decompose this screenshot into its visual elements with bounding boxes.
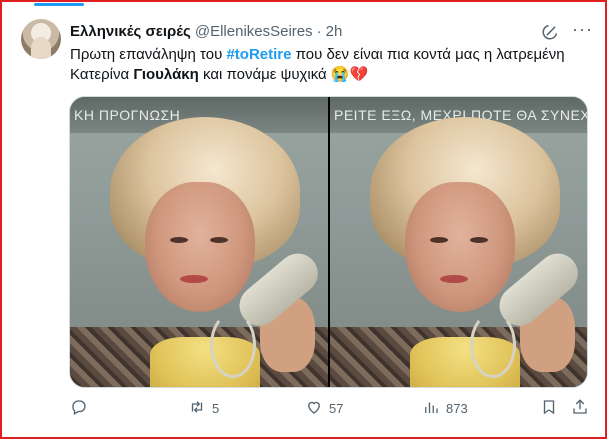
action-bar: 5 57 873 <box>0 398 607 422</box>
more-options-icon[interactable]: ··· <box>572 19 593 40</box>
share-icon <box>571 398 589 419</box>
grok-icon[interactable] <box>541 21 561 41</box>
post-header: Ελληνικές σειρές @EllenikesSeires · 2h <box>70 20 342 42</box>
reply-button[interactable] <box>70 398 88 419</box>
bold-name: Γιουλάκη <box>133 66 199 83</box>
tv-caption-left: ΚΗ ΠΡΟΓΝΩΣΗ <box>74 107 181 123</box>
retweet-count: 5 <box>212 401 220 416</box>
post-time[interactable]: 2h <box>326 23 343 40</box>
separator-dot: · <box>316 22 322 40</box>
post-text-part: και πονάμε ψυχικά 😭💔 <box>198 66 369 83</box>
heart-icon <box>305 398 323 419</box>
active-tab-indicator <box>34 3 84 6</box>
retweet-button[interactable]: 5 <box>188 398 219 419</box>
views-icon <box>422 398 440 419</box>
avatar[interactable] <box>21 19 61 59</box>
views-button[interactable]: 873 <box>422 398 468 419</box>
like-button[interactable]: 57 <box>305 398 343 419</box>
author-handle[interactable]: @EllenikesSeires <box>195 23 313 40</box>
bookmark-icon <box>540 398 558 419</box>
like-count: 57 <box>329 401 344 416</box>
media-image-left[interactable]: ΚΗ ΠΡΟΓΝΩΣΗ <box>70 97 328 387</box>
author-name[interactable]: Ελληνικές σειρές <box>70 23 191 40</box>
views-count: 873 <box>446 401 468 416</box>
hashtag-link[interactable]: #toRetire <box>226 46 291 63</box>
post-text-part: Πρωτη επανάληψη του <box>70 46 227 63</box>
retweet-icon <box>188 398 206 419</box>
reply-icon <box>70 398 88 419</box>
bookmark-button[interactable] <box>540 398 558 419</box>
post-text: Πρωτη επανάληψη του #toRetire που δεν εί… <box>70 45 570 85</box>
media-image-right[interactable]: ΡΕΙΤΕ ΕΞΩ, ΜΕΧΡΙ ΠΟΤΕ ΘΑ ΣΥΝΕΧΙΖ <box>330 97 587 387</box>
share-button[interactable] <box>571 398 589 419</box>
media-grid[interactable]: ΚΗ ΠΡΟΓΝΩΣΗ ΡΕΙΤΕ ΕΞΩ, ΜΕΧΡΙ ΠΟΤΕ ΘΑ ΣΥΝ… <box>69 96 588 388</box>
